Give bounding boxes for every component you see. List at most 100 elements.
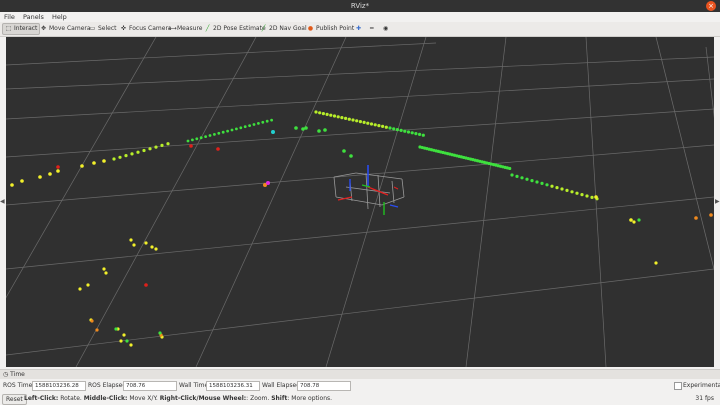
ros-time-field[interactable]: 1588103236.28	[32, 381, 86, 391]
robot-edge	[335, 196, 383, 206]
scan-point	[48, 172, 52, 176]
scan-point	[130, 152, 134, 156]
collapse-left-icon[interactable]: ◀	[0, 198, 5, 205]
scan-point	[510, 173, 514, 177]
scan-point	[384, 125, 388, 129]
scan-point	[325, 112, 329, 116]
publish-point-tool-button[interactable]: ● Publish Point	[305, 24, 356, 34]
scan-point	[317, 129, 321, 133]
fps-readout: 31 fps	[695, 395, 714, 402]
scan-point	[560, 187, 564, 191]
scan-point	[230, 128, 234, 132]
scan-point	[266, 181, 270, 185]
tool-label: Select	[98, 25, 117, 32]
wall-time-field[interactable]: 1588103236.31	[206, 381, 260, 391]
scan-point	[248, 124, 252, 127]
hint-part: : More options.	[287, 395, 333, 402]
hint-part: Rotate.	[58, 395, 84, 402]
grid-line	[6, 56, 714, 90]
measure-tool-button[interactable]: ⟷Measure	[166, 24, 205, 34]
move-camera-tool-button[interactable]: ✥ Move Camera	[38, 24, 93, 34]
scan-point	[508, 166, 512, 171]
scan-point	[388, 126, 392, 130]
scan-point	[399, 128, 403, 132]
scan-point	[56, 169, 60, 173]
tool-label: Measure	[177, 25, 203, 32]
scan-point	[410, 131, 414, 135]
interact-tool-button[interactable]: ⬚ Interact	[2, 23, 41, 35]
scan-point	[217, 131, 221, 135]
collapse-right-icon[interactable]: ▶	[715, 198, 720, 205]
scan-point	[186, 139, 190, 143]
ros-elapsed-field[interactable]: 708.76	[123, 381, 177, 391]
menu-panels[interactable]: Panels	[23, 13, 44, 21]
scan-point	[92, 161, 96, 165]
scan-point	[344, 116, 348, 120]
scan-point	[132, 243, 136, 247]
scan-point	[226, 129, 230, 133]
scan-point	[555, 186, 559, 190]
status-bar: Reset Left-Click: Rotate. Middle-Click: …	[0, 393, 720, 405]
scan-point	[148, 147, 152, 151]
scan-point	[195, 137, 199, 141]
scan-point	[594, 195, 598, 199]
scan-point	[208, 134, 212, 137]
ros-time-label: ROS Time:	[3, 382, 35, 389]
window-title: RViz*	[350, 2, 370, 10]
wall-elapsed-field[interactable]: 708.78	[297, 381, 351, 391]
time-panel-header: ◷ Time	[0, 369, 720, 379]
scan-point	[221, 130, 225, 134]
scan-point	[160, 143, 164, 147]
robot-edge	[355, 172, 403, 180]
add-tool-icon[interactable]: ✚	[354, 24, 363, 34]
mouse-hint-text: Left-Click: Rotate. Middle-Click: Move X…	[24, 393, 332, 405]
clock-icon: ◷	[3, 371, 9, 378]
3d-scene[interactable]	[6, 37, 714, 367]
focus-camera-icon: ✜	[120, 25, 127, 32]
hint-part: Left-Click:	[24, 395, 59, 402]
hint-part: : Zoom.	[246, 395, 272, 402]
scan-point	[235, 127, 238, 131]
menu-file[interactable]: File	[4, 13, 15, 21]
scan-point	[570, 190, 574, 194]
scan-point	[114, 327, 118, 331]
scan-point	[118, 155, 122, 159]
scan-point	[342, 149, 346, 153]
hint-part: Middle-Click:	[83, 395, 128, 402]
scan-point	[154, 145, 158, 149]
grid-line	[465, 37, 507, 367]
scan-point	[119, 339, 123, 343]
scan-point	[104, 271, 108, 275]
scan-point	[257, 122, 260, 125]
menu-help[interactable]: Help	[52, 13, 67, 21]
scan-point	[122, 333, 126, 337]
scan-point	[340, 116, 344, 120]
scan-point	[392, 127, 396, 131]
grid-line	[6, 196, 714, 270]
close-icon[interactable]: ×	[706, 1, 716, 11]
scan-point	[349, 154, 353, 158]
3d-viewport[interactable]	[6, 37, 714, 367]
robot-edge	[391, 180, 395, 204]
scan-point	[189, 144, 193, 148]
scan-point	[366, 121, 370, 125]
scan-point	[216, 147, 220, 151]
tool-options-icon[interactable]: ◉	[381, 24, 390, 34]
scan-point	[314, 110, 318, 114]
remove-tool-icon[interactable]: ━	[368, 24, 376, 34]
scan-point	[545, 183, 549, 187]
scan-point	[261, 120, 265, 124]
pose-estimate-icon: ╱	[205, 25, 210, 32]
experimental-checkbox[interactable]	[674, 382, 682, 390]
scan-point	[332, 114, 337, 118]
interact-icon: ⬚	[5, 25, 12, 32]
experimental-label: Experimental	[683, 382, 720, 389]
select-tool-button[interactable]: ▭ Select	[87, 24, 119, 34]
scan-point	[102, 267, 106, 271]
scan-point	[403, 129, 407, 133]
scan-point	[550, 184, 554, 188]
tool-label: Interact	[14, 25, 38, 32]
scan-point	[204, 135, 208, 138]
nav-goal-tool-button[interactable]: ╱ 2D Nav Goal	[258, 24, 309, 34]
scan-point	[271, 130, 275, 134]
